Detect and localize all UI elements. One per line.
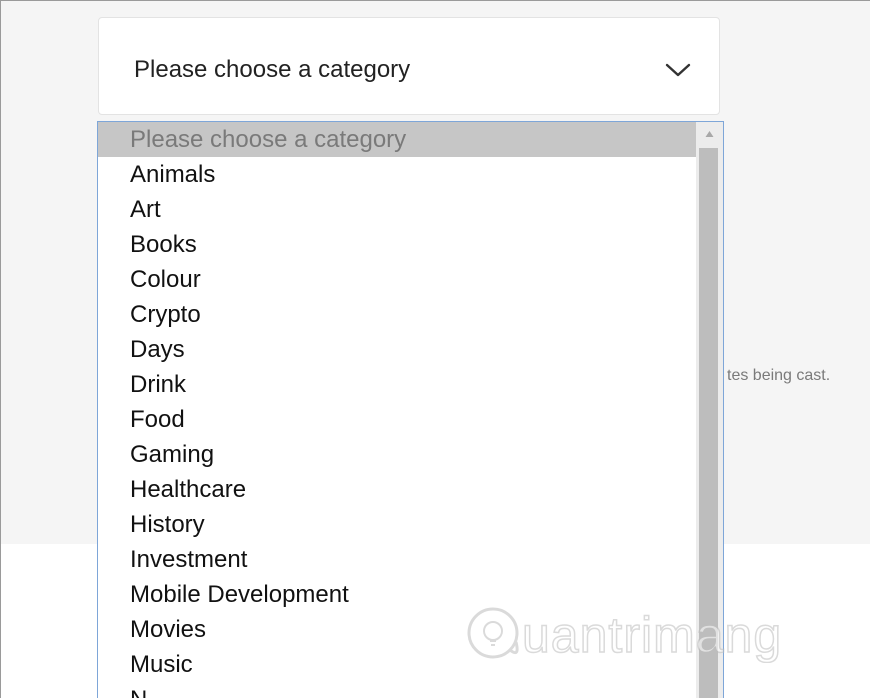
option-days[interactable]: Days	[98, 332, 696, 367]
option-drink[interactable]: Drink	[98, 367, 696, 402]
option-food[interactable]: Food	[98, 402, 696, 437]
option-colour[interactable]: Colour	[98, 262, 696, 297]
watermark-text: uantrimang	[521, 606, 783, 664]
watermark: uantrimang	[462, 596, 802, 676]
option-gaming[interactable]: Gaming	[98, 437, 696, 472]
option-investment[interactable]: Investment	[98, 542, 696, 577]
option-healthcare[interactable]: Healthcare	[98, 472, 696, 507]
scroll-up-arrow-icon[interactable]	[696, 122, 723, 146]
help-text: tes being cast.	[727, 367, 831, 384]
category-select[interactable]: Please choose a category	[98, 17, 720, 115]
option-art[interactable]: Art	[98, 192, 696, 227]
quantrimang-logo-icon	[462, 602, 524, 669]
option-please-choose[interactable]: Please choose a category	[98, 122, 696, 157]
chevron-down-icon	[665, 62, 691, 83]
option-animals[interactable]: Animals	[98, 157, 696, 192]
option-news[interactable]: N...	[98, 682, 696, 698]
option-crypto[interactable]: Crypto	[98, 297, 696, 332]
option-history[interactable]: History	[98, 507, 696, 542]
select-value: Please choose a category	[134, 56, 411, 83]
option-books[interactable]: Books	[98, 227, 696, 262]
